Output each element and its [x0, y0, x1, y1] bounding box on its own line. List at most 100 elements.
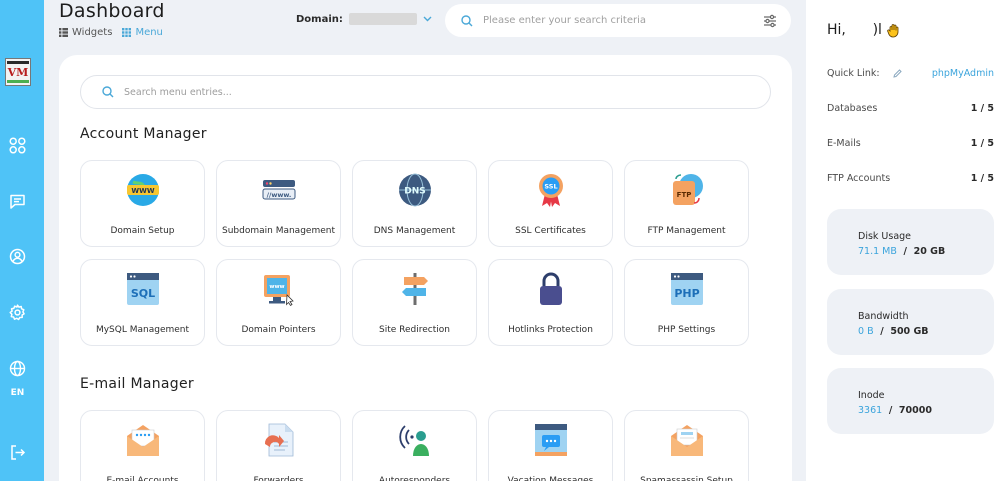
- svg-text:WWW: WWW: [131, 187, 154, 195]
- bandwidth-card: Bandwidth 0 B / 500 GB: [827, 289, 994, 355]
- menu-card-label: DNS Management: [373, 226, 456, 236]
- greeting-text: Hi,: [827, 22, 846, 38]
- menu-card-vacation-messages[interactable]: Vacation Messages: [488, 410, 613, 481]
- sidebar: VM EN: [0, 0, 44, 481]
- inode-title: Inode: [858, 390, 885, 401]
- menu-card-label: Domain Setup: [110, 226, 175, 236]
- ssl-badge-icon: SSL: [489, 170, 612, 210]
- menu-card-label: E-mail Accounts: [106, 476, 179, 481]
- quick-link-row: Quick Link: phpMyAdmin: [827, 68, 994, 79]
- menu-search-bar[interactable]: Search menu entries...: [80, 75, 771, 109]
- menu-card-site-redirection[interactable]: Site Redirection: [352, 259, 477, 346]
- menu-card-label: Spamassassin Setup: [640, 476, 733, 481]
- menu-card-label: Domain Pointers: [241, 325, 316, 335]
- autoresponder-icon: [353, 420, 476, 460]
- menu-card-domain-pointers[interactable]: www Domain Pointers: [216, 259, 341, 346]
- section-title-email-manager: E-mail Manager: [80, 376, 194, 392]
- menu-card-mysql-management[interactable]: SQL MySQL Management: [80, 259, 205, 346]
- greeting-username: )l: [845, 22, 882, 38]
- spam-envelope-icon: [625, 420, 748, 460]
- disk-usage-card: Disk Usage 71.1 MB / 20 GB: [827, 209, 994, 275]
- greeting: Hi, )l: [827, 22, 902, 38]
- search-icon: [102, 86, 114, 98]
- grid-icon: [122, 28, 132, 37]
- edit-pencil-icon[interactable]: [893, 69, 902, 78]
- disk-usage-title: Disk Usage: [858, 231, 912, 242]
- menu-card-domain-setup[interactable]: WWW Domain Setup: [80, 160, 205, 247]
- menu-search-input[interactable]: Search menu entries...: [124, 87, 232, 98]
- settings-icon[interactable]: [7, 302, 27, 322]
- ftp-accounts-value: 1 / 5: [970, 173, 994, 184]
- messages-icon[interactable]: [7, 191, 27, 211]
- menu-card-label: SSL Certificates: [515, 226, 586, 236]
- brand-logo[interactable]: VM: [5, 58, 31, 86]
- domain-value: [348, 13, 417, 25]
- menu-card-subdomain-management[interactable]: //www. Subdomain Management: [216, 160, 341, 247]
- www-globe-icon: WWW: [81, 170, 204, 210]
- search-icon: [461, 14, 473, 26]
- menu-card-label: Forwarders: [253, 476, 304, 481]
- section-title-account-manager: Account Manager: [80, 126, 207, 142]
- svg-text:www: www: [269, 284, 284, 290]
- databases-value: 1 / 5: [970, 103, 994, 114]
- ftp-accounts-row: FTP Accounts 1 / 5: [827, 173, 994, 184]
- menu-card-ssl-certificates[interactable]: SSL SSL Certificates: [488, 160, 613, 247]
- logout-icon[interactable]: [7, 442, 27, 462]
- global-search-input[interactable]: Please enter your search criteria: [483, 15, 763, 26]
- domain-label: Domain:: [296, 13, 343, 25]
- vacation-message-icon: [489, 420, 612, 460]
- quick-link-label: Quick Link:: [827, 68, 880, 79]
- menu-panel: Search menu entries... Account Manager W…: [59, 55, 792, 481]
- svg-text:DNS: DNS: [404, 187, 426, 197]
- ftp-accounts-label: FTP Accounts: [827, 173, 891, 184]
- menu-card-label: Subdomain Management: [222, 226, 335, 236]
- filter-sliders-icon[interactable]: [763, 14, 777, 28]
- menu-view-link[interactable]: Menu: [122, 27, 163, 38]
- language-label[interactable]: EN: [0, 388, 35, 398]
- emails-row: E-Mails 1 / 5: [827, 138, 994, 149]
- domain-pointer-icon: www: [217, 269, 340, 309]
- quick-link-phpmyadmin[interactable]: phpMyAdmin: [932, 68, 994, 79]
- menu-card-label: MySQL Management: [95, 325, 190, 335]
- waving-hand-icon: [887, 24, 899, 38]
- disk-usage-value: 71.1 MB / 20 GB: [858, 246, 946, 257]
- svg-text:FTP: FTP: [676, 191, 691, 199]
- menu-card-label: FTP Management: [647, 226, 726, 236]
- inode-value: 3361 / 70000: [858, 405, 932, 416]
- account-summary-panel: Hi, )l Quick Link: phpMyAdmin Databases …: [806, 0, 1000, 481]
- email-envelope-icon: [81, 420, 204, 460]
- databases-label: Databases: [827, 103, 878, 114]
- menu-card-label: Site Redirection: [379, 325, 450, 335]
- menu-card-label: Autoresponders: [378, 476, 451, 481]
- menu-card-spamassassin-setup[interactable]: Spamassassin Setup: [624, 410, 749, 481]
- bandwidth-title: Bandwidth: [858, 311, 909, 322]
- menu-card-forwarders[interactable]: Forwarders: [216, 410, 341, 481]
- menu-card-autoresponders[interactable]: Autoresponders: [352, 410, 477, 481]
- signpost-icon: [353, 269, 476, 309]
- php-icon: PHP: [625, 269, 748, 309]
- menu-card-hotlinks-protection[interactable]: Hotlinks Protection: [488, 259, 613, 346]
- user-icon[interactable]: [7, 246, 27, 266]
- menu-card-ftp-management[interactable]: FTP FTP Management: [624, 160, 749, 247]
- menu-card-dns-management[interactable]: DNS DNS Management: [352, 160, 477, 247]
- list-grid-icon: [59, 28, 68, 37]
- svg-text:SSL: SSL: [544, 183, 557, 191]
- widgets-view-link[interactable]: Widgets: [59, 27, 112, 38]
- svg-text://www.: //www.: [266, 191, 291, 199]
- svg-text:PHP: PHP: [674, 287, 699, 300]
- ftp-icon: FTP: [625, 170, 748, 210]
- globe-icon[interactable]: [7, 358, 27, 378]
- apps-icon[interactable]: [7, 135, 27, 155]
- widgets-label: Widgets: [72, 27, 113, 38]
- svg-text:SQL: SQL: [130, 287, 154, 300]
- global-search-bar[interactable]: Please enter your search criteria: [445, 4, 791, 37]
- chevron-down-icon: [423, 16, 432, 22]
- menu-card-php-settings[interactable]: PHP PHP Settings: [624, 259, 749, 346]
- forward-document-icon: [217, 420, 340, 460]
- menu-label: Menu: [135, 27, 163, 38]
- emails-value: 1 / 5: [970, 138, 994, 149]
- menu-card-email-accounts[interactable]: E-mail Accounts: [80, 410, 205, 481]
- view-switcher: Widgets Menu: [59, 27, 163, 38]
- domain-selector[interactable]: Domain:: [296, 13, 432, 25]
- inode-card: Inode 3361 / 70000: [827, 368, 994, 434]
